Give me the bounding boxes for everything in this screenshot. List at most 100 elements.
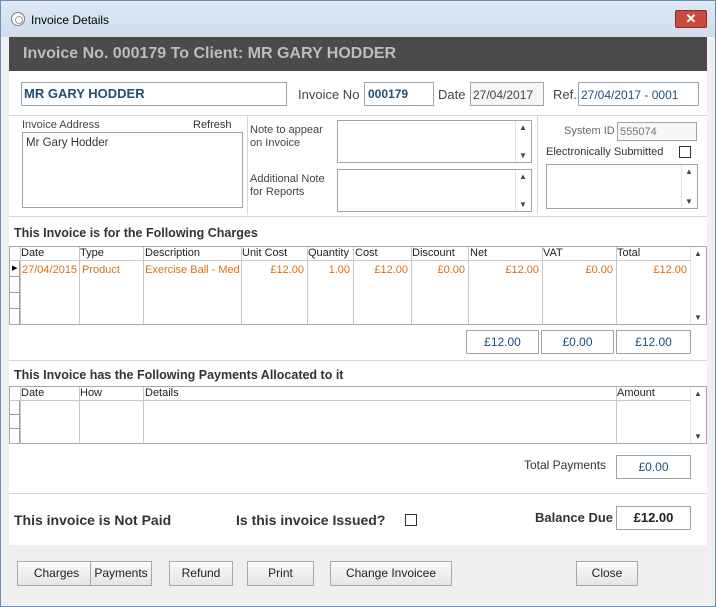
scroll-up-icon[interactable]: ▲	[519, 123, 527, 132]
ref-field[interactable]: 27/04/2017 - 0001	[578, 82, 699, 106]
divider	[9, 115, 707, 116]
col-header-net[interactable]: Net	[470, 247, 487, 259]
col-header-description[interactable]: Description	[145, 247, 200, 259]
scroll-down-icon[interactable]: ▼	[694, 313, 702, 322]
col-header-type[interactable]: Type	[80, 247, 104, 259]
electronically-submitted-checkbox[interactable]	[679, 146, 691, 158]
cell-description: Exercise Ball - Med	[145, 264, 240, 276]
payments-button[interactable]: Payments	[90, 561, 152, 586]
cell-unit-cost: £12.00	[270, 264, 304, 276]
additional-note-scrollbar[interactable]: ▲ ▼	[515, 170, 531, 211]
invoice-address-label: Invoice Address	[22, 119, 100, 131]
charges-button[interactable]: Charges	[17, 561, 96, 586]
col-header-details[interactable]: Details	[145, 387, 179, 399]
row-selector-current[interactable]: ▶	[10, 261, 20, 277]
close-button[interactable]: Close	[576, 561, 638, 586]
issued-label: Is this invoice Issued?	[236, 512, 386, 528]
invoice-address-field[interactable]: Mr Gary Hodder	[22, 132, 243, 208]
divider	[537, 115, 538, 215]
date-label: Date	[438, 87, 466, 102]
app-icon	[11, 12, 25, 26]
col-header-cost[interactable]: Cost	[355, 247, 378, 259]
total-payments-label: Total Payments	[524, 458, 607, 472]
invoice-note-textarea[interactable]: ▲ ▼	[337, 120, 532, 163]
additional-note-label-line2: for Reports	[250, 186, 305, 198]
row-selector[interactable]	[10, 309, 20, 324]
row-selector[interactable]	[10, 293, 20, 309]
system-id-label: System ID	[564, 125, 615, 137]
divider	[9, 216, 707, 217]
invoice-no-field[interactable]: 000179	[364, 82, 434, 106]
col-header-discount[interactable]: Discount	[412, 247, 455, 259]
col-header-total[interactable]: Total	[617, 247, 640, 259]
paid-status-text: This invoice is Not Paid	[14, 512, 172, 528]
electronically-submitted-label: Electronically Submitted	[546, 146, 664, 158]
row-selector[interactable]	[10, 415, 20, 429]
col-header-amount[interactable]: Amount	[617, 387, 655, 399]
divider	[9, 493, 707, 494]
date-value: 27/04/2017	[473, 88, 534, 102]
scroll-down-icon[interactable]: ▼	[685, 197, 693, 206]
grand-total-box: £12.00	[616, 330, 691, 354]
cell-net: £12.00	[505, 264, 539, 276]
scroll-down-icon[interactable]: ▼	[694, 432, 702, 441]
invoice-no-value: 000179	[368, 87, 409, 101]
col-header-unit-cost[interactable]: Unit Cost	[242, 247, 287, 259]
row-selector[interactable]	[10, 429, 20, 443]
issued-checkbox[interactable]	[405, 514, 417, 526]
scroll-up-icon[interactable]: ▲	[694, 249, 702, 258]
scroll-up-icon[interactable]: ▲	[685, 167, 693, 176]
window-title: Invoice Details	[31, 13, 110, 27]
balance-due-label: Balance Due	[535, 510, 614, 525]
system-id-value: 555074	[620, 126, 657, 138]
charges-grid: Date Type Description Unit Cost Quantity…	[9, 246, 707, 325]
additional-note-label-line1: Additional Note	[250, 173, 325, 185]
print-button[interactable]: Print	[247, 561, 314, 586]
charges-section-title: This Invoice is for the Following Charge…	[14, 226, 258, 240]
client-name-field[interactable]: MR GARY HODDER	[21, 82, 287, 106]
charges-scrollbar[interactable]: ▲ ▼	[690, 247, 706, 324]
window-close-button[interactable]: ✕	[675, 10, 707, 28]
refund-button[interactable]: Refund	[169, 561, 233, 586]
col-header-how[interactable]: How	[80, 387, 102, 399]
refresh-address-link[interactable]: Refresh	[193, 119, 232, 131]
col-header-date[interactable]: Date	[21, 247, 44, 259]
col-header-quantity[interactable]: Quantity	[308, 247, 349, 259]
system-id-field: 555074	[617, 122, 697, 141]
invoice-details-window: Invoice Details ✕ Invoice No. 000179 To …	[0, 0, 716, 607]
divider	[247, 115, 248, 215]
net-total-box: £12.00	[466, 330, 539, 354]
payments-grid: Date How Details Amount ▲ ▼	[9, 386, 707, 444]
payments-scrollbar[interactable]: ▲ ▼	[690, 387, 706, 443]
date-field[interactable]: 27/04/2017	[470, 82, 544, 106]
change-invoicee-button[interactable]: Change Invoicee	[330, 561, 452, 586]
additional-note-textarea[interactable]: ▲ ▼	[337, 169, 532, 212]
col-header-vat[interactable]: VAT	[543, 247, 563, 259]
note-label-line1: Note to appear	[250, 124, 323, 136]
note-scrollbar[interactable]: ▲ ▼	[515, 121, 531, 162]
current-row-arrow-icon: ▶	[12, 265, 18, 272]
cell-vat: £0.00	[585, 264, 613, 276]
table-row[interactable]: 27/04/2015 Product Exercise Ball - Med £…	[20, 261, 691, 277]
scroll-up-icon[interactable]: ▲	[519, 172, 527, 181]
cell-cost: £12.00	[374, 264, 408, 276]
scroll-down-icon[interactable]: ▼	[519, 151, 527, 160]
cell-discount: £0.00	[437, 264, 465, 276]
row-selector[interactable]	[10, 401, 20, 415]
scroll-up-icon[interactable]: ▲	[694, 389, 702, 398]
ref-label: Ref.	[553, 87, 577, 102]
submission-scrollbar[interactable]: ▲ ▼	[681, 165, 697, 208]
row-selector[interactable]	[10, 277, 20, 293]
title-bar: Invoice Details ✕	[1, 1, 715, 37]
button-bar: Charges Payments Refund Print Change Inv…	[9, 545, 707, 600]
balance-due-value: £12.00	[633, 510, 674, 525]
cell-type: Product	[82, 264, 120, 276]
submission-info-box[interactable]: ▲ ▼	[546, 164, 698, 209]
note-label-line2: on Invoice	[250, 137, 301, 149]
scroll-down-icon[interactable]: ▼	[519, 200, 527, 209]
col-header-date[interactable]: Date	[21, 387, 44, 399]
total-payments-box: £0.00	[616, 455, 691, 479]
close-icon: ✕	[685, 11, 697, 26]
client-name-value: MR GARY HODDER	[24, 86, 145, 101]
payments-section-title: This Invoice has the Following Payments …	[14, 368, 344, 382]
